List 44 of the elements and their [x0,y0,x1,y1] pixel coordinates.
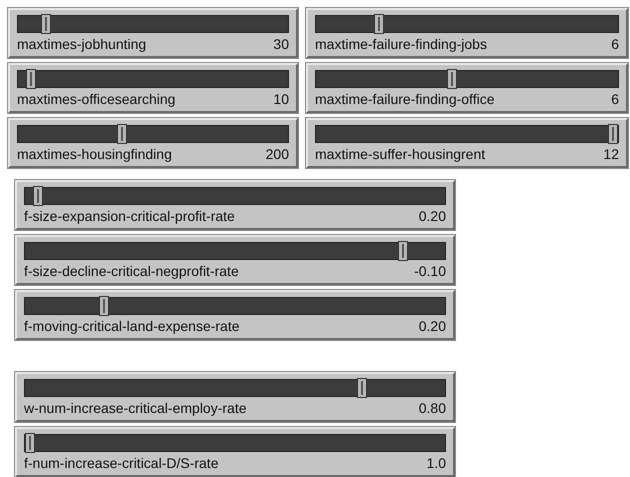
slider-thumb[interactable] [25,433,35,453]
slider-thumb[interactable] [33,186,44,206]
slider-label: f-num-increase-critical-D/S-rate [24,455,218,471]
slider-value: 1.0 [426,455,446,471]
slider-track[interactable] [24,242,446,260]
slider-track[interactable] [24,297,446,315]
slider-value: 0.80 [418,400,446,416]
slider-thumb[interactable] [116,124,127,144]
slider-track[interactable] [24,187,446,205]
slider-value: 6 [611,36,619,52]
slider-thumb[interactable] [447,69,458,89]
slider-thumb[interactable] [608,124,618,144]
slider-track[interactable] [24,434,446,452]
slider-value: 10 [273,91,289,107]
slider-thumb[interactable] [357,378,368,398]
slider-thumb[interactable] [98,296,109,316]
slider-track[interactable] [315,125,619,143]
slider-label: maxtime-failure-finding-office [315,91,494,107]
slider-thumb[interactable] [26,69,36,89]
slider-value: 0.20 [418,208,446,224]
slider-label: w-num-increase-critical-employ-rate [24,400,246,416]
slider-label: maxtimes-officesearching [17,91,176,107]
slider-track[interactable] [17,15,289,33]
slider-label: maxtime-failure-finding-jobs [315,36,487,52]
slider-value: 200 [266,146,289,162]
slider-label: f-size-decline-critical-negprofit-rate [24,263,239,279]
slider-label: maxtimes-jobhunting [17,36,146,52]
slider-label: f-moving-critical-land-expense-rate [24,318,240,334]
slider-track[interactable] [315,70,619,88]
slider-track[interactable] [315,15,619,33]
slider-thumb[interactable] [398,241,408,261]
slider-thumb[interactable] [374,14,384,34]
slider-track[interactable] [17,125,289,143]
slider-thumb[interactable] [41,14,52,34]
slider-value: 12 [603,146,619,162]
slider-value: -0.10 [414,263,446,279]
slider-value: 30 [273,36,289,52]
slider-label: maxtimes-housingfinding [17,146,172,162]
slider-track[interactable] [24,379,446,397]
slider-track[interactable] [17,70,289,88]
slider-value: 0.20 [418,318,446,334]
slider-label: maxtime-suffer-housingrent [315,146,486,162]
slider-label: f-size-expansion-critical-profit-rate [24,208,235,224]
slider-value: 6 [611,91,619,107]
